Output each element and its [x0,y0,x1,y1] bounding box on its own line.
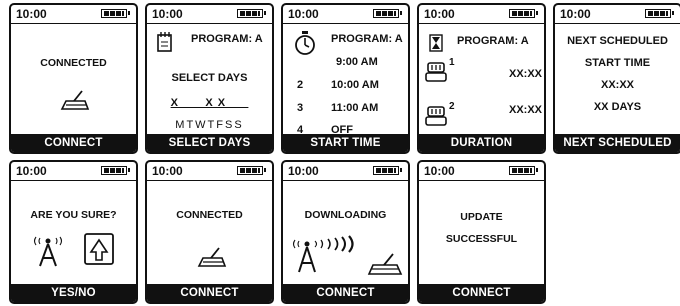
battery-icon [509,9,538,18]
battery-icon [237,9,266,18]
status-bar: 10:00 [283,162,408,181]
battery-icon [237,166,266,175]
clock: 10:00 [16,7,47,21]
battery-icon [509,166,538,175]
connect-softkey[interactable]: CONNECT [147,284,272,302]
weekday-letters: MTWTFSS [175,119,244,131]
calendar-icon [157,32,172,52]
status-bar: 10:00 [11,162,136,181]
radio-tower-transmit-icon [292,235,354,273]
clock: 10:00 [424,7,455,21]
day-pattern[interactable]: X _ _ X X _ _ [147,97,272,109]
clock: 10:00 [288,7,319,21]
stopwatch-icon [295,31,315,55]
screen-update-successful: 10:00 UPDATE SUCCESSFUL CONNECT [417,160,546,304]
radio-tower-icon [33,236,63,267]
next-scheduled-heading: NEXT SCHEDULED [567,35,668,47]
start-time-label: START TIME [584,57,651,69]
connected-message: CONNECTED [40,57,107,69]
base-station-icon [197,247,227,267]
days-until: XX DAYS [593,101,642,113]
next-scheduled-softkey[interactable]: NEXT SCHEDULED [555,134,680,152]
valve-zone-icon [425,106,447,126]
battery-icon [373,166,402,175]
downloading-message: DOWNLOADING [304,209,387,221]
status-bar: 10:00 [283,5,408,24]
screen-select-days: 10:00 PROGRAM: A SELECT DAYS X _ _ X X _… [145,3,274,154]
clock: 10:00 [152,7,183,21]
select-days-heading: SELECT DAYS [171,72,248,84]
status-bar: 10:00 [147,5,272,24]
start-time-3[interactable]: 11:00 AM [331,102,378,114]
connect-softkey[interactable]: CONNECT [11,134,136,152]
clock: 10:00 [288,164,319,178]
clock: 10:00 [152,164,183,178]
clock: 10:00 [16,164,47,178]
start-time-1[interactable]: 9:00 AM [336,56,378,68]
confirm-message: ARE YOU SURE? [30,209,117,221]
start-time-2[interactable]: 10:00 AM [331,79,379,91]
connect-softkey[interactable]: CONNECT [283,284,408,302]
battery-icon [101,166,130,175]
status-bar: 10:00 [11,5,136,24]
select-days-softkey[interactable]: SELECT DAYS [147,134,272,152]
start-time-index: 2 [297,79,304,91]
hourglass-icon [429,34,443,52]
connect-softkey[interactable]: CONNECT [419,284,544,302]
valve-zone-icon [425,62,447,82]
screen-connected: 10:00 CONNECTED CONNECT [9,3,138,154]
battery-icon [101,9,130,18]
screen-are-you-sure: 10:00 ARE YOU SURE? YES/NO [9,160,138,304]
zone-number: 2 [449,101,455,112]
start-time-softkey[interactable]: START TIME [283,134,408,152]
base-station-icon [60,90,90,110]
screen-duration: 10:00 PROGRAM: A 1 XX:XX 2 XX:XX DURATIO… [417,3,546,154]
battery-icon [373,9,402,18]
screen-start-time: 10:00 PROGRAM: A 9:00 AM 2 10:00 AM 3 11… [281,3,410,154]
start-time-index: 3 [297,102,304,114]
program-label: PROGRAM: A [331,33,403,45]
controller-upload-icon [84,233,114,265]
clock: 10:00 [560,7,591,21]
status-bar: 10:00 [419,5,544,24]
status-bar: 10:00 [147,162,272,181]
zone-1-duration[interactable]: XX:XX [509,68,542,80]
base-station-icon [367,253,403,275]
next-start-time: XX:XX [600,79,634,91]
status-bar: 10:00 [555,5,680,24]
screen-downloading: 10:00 DOWNLOADING CONNECT [281,160,410,304]
zone-2-duration[interactable]: XX:XX [509,104,542,116]
screen-next-scheduled: 10:00 NEXT SCHEDULED START TIME XX:XX XX… [553,3,680,154]
program-label: PROGRAM: A [457,35,529,47]
update-line-1: UPDATE [460,211,503,223]
program-label: PROGRAM: A [191,33,263,45]
zone-number: 1 [449,57,455,68]
battery-icon [645,9,674,18]
connected-message: CONNECTED [176,209,243,221]
duration-softkey[interactable]: DURATION [419,134,544,152]
update-line-2: SUCCESSFUL [445,233,518,245]
screen-connected-2: 10:00 CONNECTED CONNECT [145,160,274,304]
yes-no-softkey[interactable]: YES/NO [11,284,136,302]
status-bar: 10:00 [419,162,544,181]
clock: 10:00 [424,164,455,178]
